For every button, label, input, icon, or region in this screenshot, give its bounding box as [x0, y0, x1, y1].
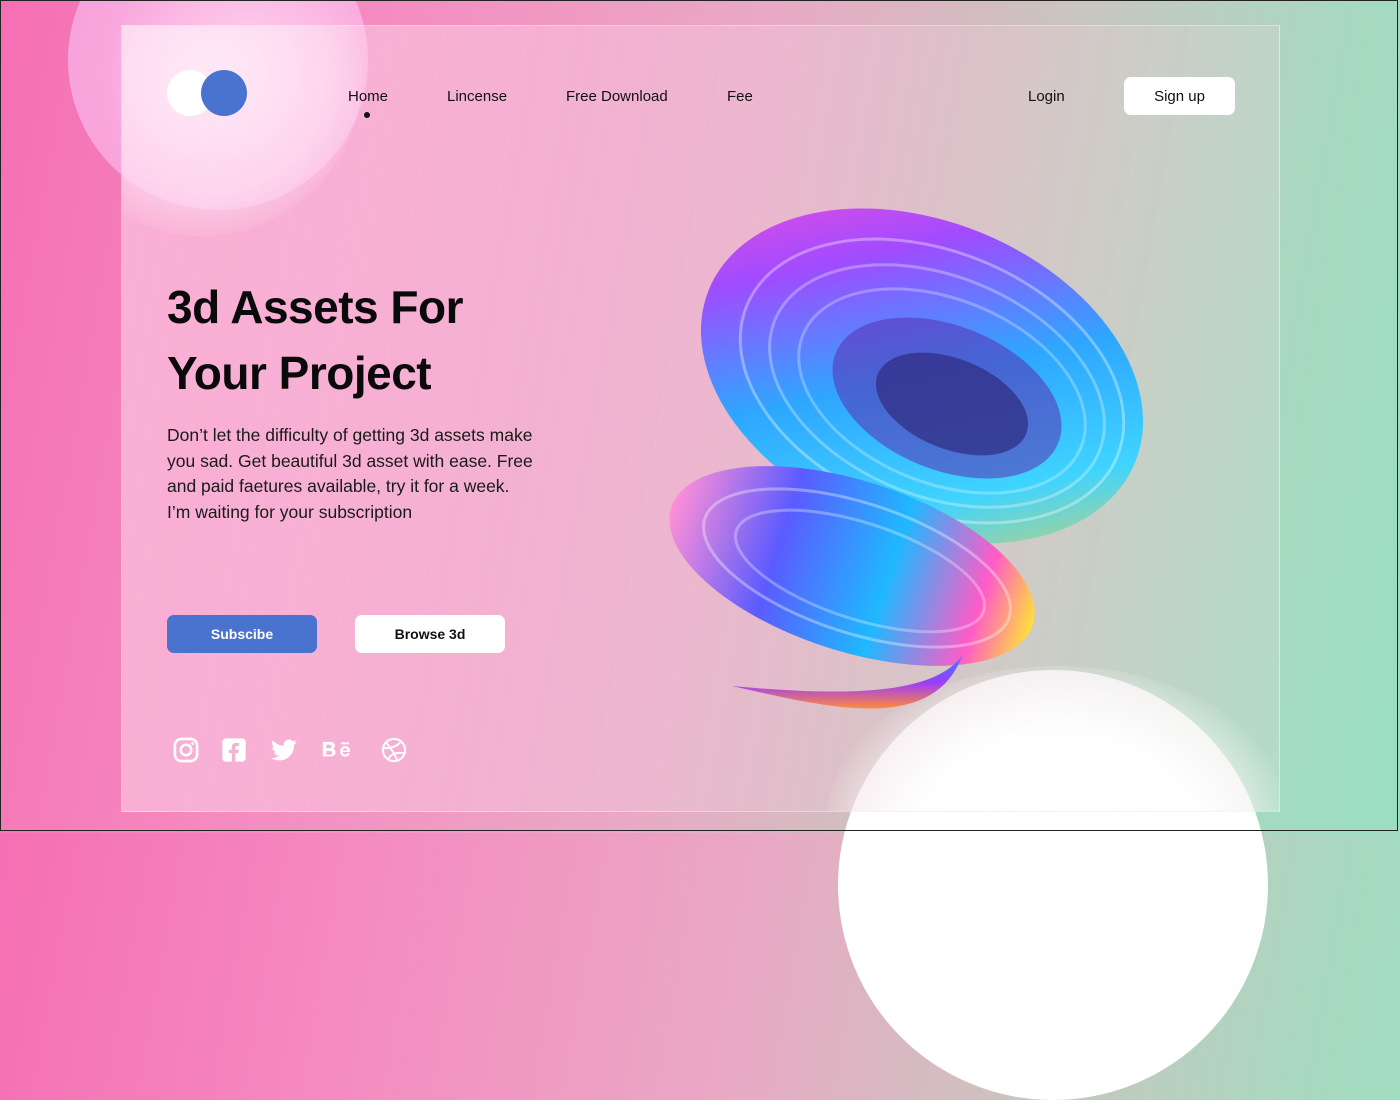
nav-active-indicator [364, 112, 370, 118]
abstract-3d-swirl [669, 208, 1144, 709]
nav-home[interactable]: Home [348, 88, 388, 105]
twitter-icon[interactable] [270, 736, 298, 764]
facebook-icon[interactable] [220, 736, 248, 764]
logo[interactable] [167, 70, 249, 118]
nav-fee[interactable]: Fee [727, 88, 753, 105]
hero-description: Don’t let the difficulty of getting 3d a… [167, 425, 533, 523]
behance-icon[interactable] [320, 736, 356, 764]
login-link[interactable]: Login [1028, 88, 1065, 105]
browse-3d-button[interactable]: Browse 3d [355, 615, 505, 653]
hero-headline-line1: 3d Assets For [167, 281, 464, 333]
hero-headline-line2: Your Project [167, 347, 432, 399]
logo-blue-circle [201, 70, 247, 116]
signup-button[interactable]: Sign up [1124, 77, 1235, 115]
hero-headline: 3d Assets For Your Project [167, 274, 587, 406]
nav-free-download[interactable]: Free Download [566, 88, 668, 105]
landing-card: Home Lincense Free Download Fee Login Si… [121, 25, 1280, 812]
card-glow-top [122, 26, 362, 236]
dribbble-icon[interactable] [380, 736, 408, 764]
instagram-icon[interactable] [172, 736, 200, 764]
nav-license[interactable]: Lincense [447, 88, 507, 105]
subscribe-button[interactable]: Subscibe [167, 615, 317, 653]
